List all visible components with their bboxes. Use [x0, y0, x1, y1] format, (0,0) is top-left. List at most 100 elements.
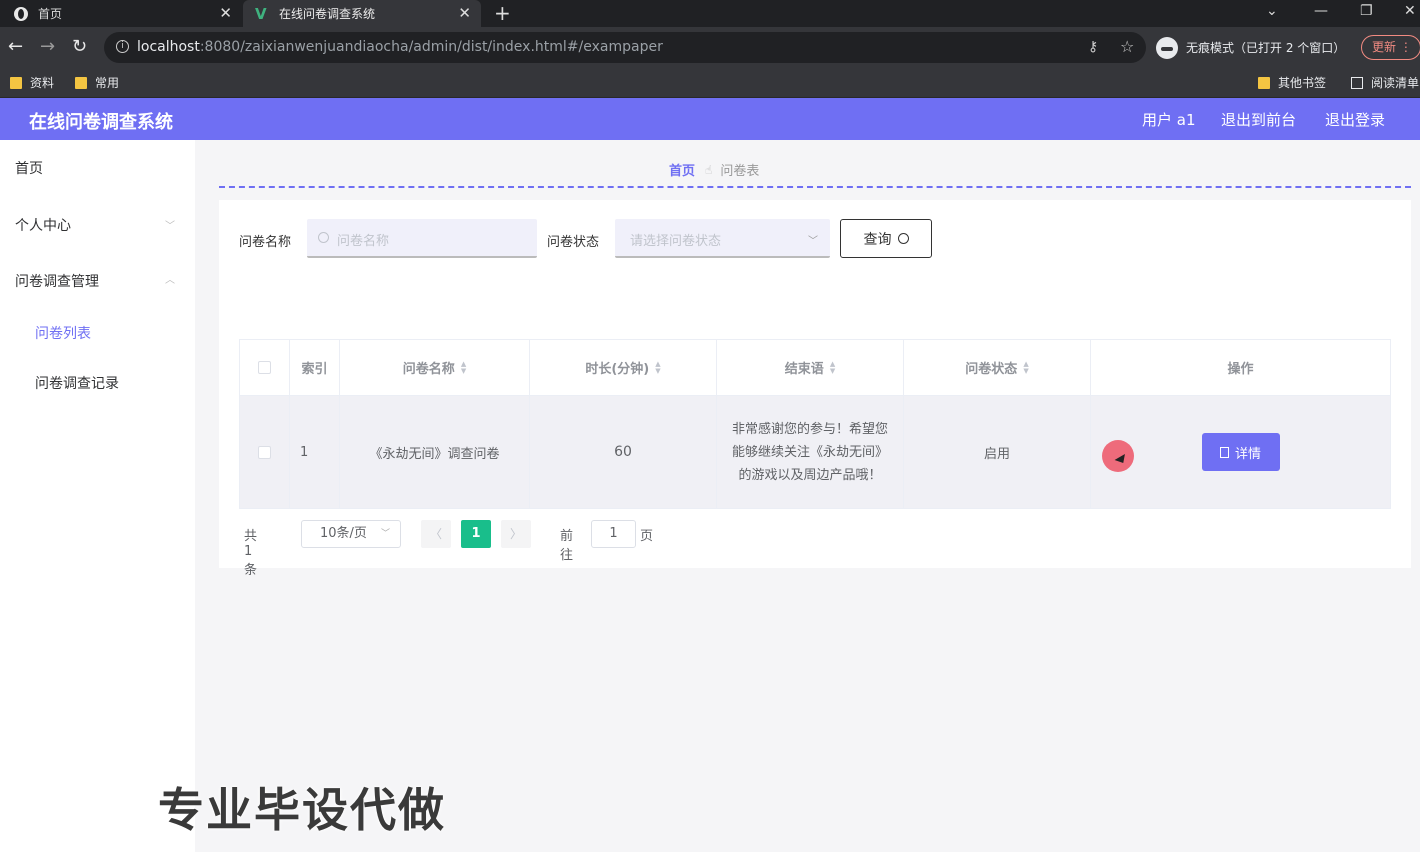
total-count: 共 1 条 — [244, 529, 258, 578]
key-icon[interactable]: ⚷ — [1088, 39, 1098, 55]
incognito-icon — [1156, 36, 1178, 59]
back-to-front-link[interactable]: 退出到前台 — [1221, 109, 1296, 130]
sidebar-item-survey-records[interactable]: 问卷调查记录 — [35, 373, 119, 393]
select-all-checkbox[interactable] — [258, 361, 271, 374]
reload-icon[interactable]: ↻ — [72, 37, 87, 57]
forward-icon[interactable]: → — [40, 37, 55, 57]
sidebar-item-survey-management[interactable]: 问卷调查管理 — [15, 271, 99, 291]
main-content: 首页 ☝ 问卷表 问卷名称 问卷名称 问卷状态 请选择问卷状态 ﹀ 查询 索引 — [195, 140, 1420, 852]
close-tab-icon[interactable]: ✕ — [458, 5, 471, 21]
goto-prefix: 前往 — [560, 529, 574, 563]
row-select-cell — [240, 396, 290, 508]
document-icon — [1219, 446, 1229, 458]
reading-list[interactable]: 阅读清单 — [1351, 74, 1419, 91]
chevron-down-icon: ﹀ — [165, 221, 175, 232]
browser-tab-active[interactable]: V 在线问卷调查系统 ✕ — [243, 0, 481, 27]
other-bookmarks[interactable]: 其他书签 — [1258, 74, 1326, 91]
sidebar: 首页 个人中心 ﹀ 问卷调查管理 ︿ 问卷列表 问卷调查记录 — [0, 140, 195, 852]
new-tab-icon[interactable]: + — [494, 2, 511, 24]
hand-icon: ☝ — [705, 162, 713, 177]
row-status: 启用 — [904, 396, 1091, 508]
sidebar-item-home[interactable]: 首页 — [15, 158, 43, 178]
name-placeholder: 问卷名称 — [337, 234, 390, 249]
row-ending: 非常感谢您的参与！希望您能够继续关注《永劫无间》的游戏以及周边产品哦！ — [731, 421, 888, 483]
name-label: 问卷名称 — [239, 235, 292, 250]
col-ending[interactable]: 结束语 ▲ ▼ — [717, 340, 904, 395]
row-checkbox[interactable] — [258, 445, 271, 459]
bookmark-folder[interactable]: 常用 — [75, 74, 119, 91]
status-placeholder: 请选择问卷状态 — [630, 234, 722, 249]
sort-icon[interactable]: ▲ ▼ — [655, 360, 660, 375]
browser-tab-bar: 首页 ✕ V 在线问卷调查系统 ✕ + ⌄ — ❐ ✕ — [0, 0, 1420, 27]
bookmark-star-icon[interactable]: ☆ — [1120, 37, 1134, 56]
query-button[interactable]: 查询 — [840, 219, 932, 258]
search-icon — [897, 233, 909, 244]
divider — [219, 186, 1411, 188]
bookmark-folder[interactable]: 资料 — [10, 74, 54, 91]
col-duration[interactable]: 时长(分钟) ▲ ▼ — [530, 340, 717, 395]
list-panel: 问卷名称 问卷名称 问卷状态 请选择问卷状态 ﹀ 查询 索引 问卷名称 ▲▼ — [219, 200, 1411, 568]
search-icon — [318, 232, 329, 243]
breadcrumb: 首页 ☝ 问卷表 — [669, 160, 760, 180]
sort-icon[interactable]: ▲ ▼ — [461, 360, 466, 375]
back-icon[interactable]: ← — [8, 37, 23, 57]
update-button[interactable]: 更新 ⋮ — [1361, 35, 1420, 60]
window-close-icon[interactable]: ✕ — [1404, 3, 1416, 19]
tab-title: 在线问卷调查系统 — [279, 7, 376, 21]
incognito-label: 无痕模式（已打开 2 个窗口） — [1186, 41, 1346, 55]
col-action: 操作 — [1227, 362, 1254, 377]
status-label: 问卷状态 — [547, 235, 600, 250]
row-index: 1 — [290, 396, 340, 508]
breadcrumb-home[interactable]: 首页 — [669, 160, 695, 179]
folder-icon — [75, 76, 87, 89]
logout-link[interactable]: 退出登录 — [1325, 109, 1385, 130]
page-size-label: 10条/页 — [320, 526, 367, 541]
sidebar-item-survey-list[interactable]: 问卷列表 — [35, 323, 91, 343]
col-name-label: 问卷名称 — [402, 362, 455, 377]
sort-icon[interactable]: ▲ ▼ — [830, 360, 835, 375]
chevron-down-icon: ﹀ — [808, 236, 818, 247]
goto-suffix: 页 — [640, 529, 654, 544]
globe-icon — [14, 6, 28, 21]
incognito-indicator[interactable]: 无痕模式（已打开 2 个窗口） — [1156, 32, 1345, 63]
row-action-cell: 详情 — [1091, 396, 1390, 508]
chevron-up-icon: ︿ — [165, 275, 175, 286]
bookmarks-bar: 资料 常用 其他书签 阅读清单 — [0, 68, 1420, 98]
close-tab-icon[interactable]: ✕ — [219, 5, 232, 21]
restore-icon[interactable]: ❐ — [1360, 3, 1373, 19]
goto-page-input[interactable]: 1 — [591, 520, 636, 548]
status-select[interactable]: 请选择问卷状态 ﹀ — [615, 219, 830, 258]
sort-icon[interactable]: ▲ ▼ — [1023, 360, 1028, 375]
browser-tab-home[interactable]: 首页 ✕ — [0, 0, 242, 27]
table-row: 1 《永劫无间》调查问卷 60 非常感谢您的参与！希望您能够继续关注《永劫无间》… — [240, 396, 1390, 508]
prev-page-button[interactable]: 〈 — [421, 520, 451, 548]
chevron-down-icon: ﹀ — [380, 529, 390, 539]
url-input[interactable]: i localhost:8080/zaixianwenjuandiaocha/a… — [104, 32, 1146, 63]
detail-button[interactable]: 详情 — [1201, 433, 1280, 471]
table-header-row: 索引 问卷名称 ▲ ▼ 时长(分钟) ▲ ▼ 结束语 ▲ ▼ 问卷状态 ▲ ▼ 操作 — [240, 340, 1390, 396]
user-label[interactable]: 用户 a1 — [1142, 109, 1196, 130]
reading-list-icon — [1351, 76, 1363, 89]
url-text: localhost:8080/zaixianwenjuandiaocha/adm… — [137, 39, 663, 55]
col-status[interactable]: 问卷状态 ▲ ▼ — [904, 340, 1091, 395]
col-name[interactable]: 问卷名称 ▲ ▼ — [340, 340, 530, 395]
page-number[interactable]: 1 — [461, 520, 491, 548]
minimize-icon[interactable]: — — [1314, 3, 1328, 19]
page-size-select[interactable]: 10条/页 ﹀ — [301, 520, 401, 548]
folder-icon — [1258, 76, 1270, 89]
tab-search-icon[interactable]: ⌄ — [1266, 3, 1278, 19]
select-all-cell — [240, 340, 290, 395]
next-page-button[interactable]: 〉 — [501, 520, 531, 548]
sidebar-item-personal-center[interactable]: 个人中心 — [15, 215, 71, 235]
site-info-icon[interactable]: i — [116, 40, 129, 53]
click-indicator — [1102, 440, 1134, 472]
name-search-input[interactable]: 问卷名称 — [307, 219, 537, 258]
row-ending-cell: 非常感谢您的参与！希望您能够继续关注《永劫无间》的游戏以及周边产品哦！ — [717, 396, 904, 508]
col-status-label: 问卷状态 — [965, 362, 1018, 377]
watermark-text: 专业毕设代做 — [158, 783, 446, 837]
address-bar-row: ← → ↻ i localhost:8080/zaixianwenjuandia… — [0, 27, 1420, 68]
breadcrumb-current: 问卷表 — [720, 164, 760, 179]
survey-table: 索引 问卷名称 ▲ ▼ 时长(分钟) ▲ ▼ 结束语 ▲ ▼ 问卷状态 ▲ ▼ 操作 — [239, 339, 1391, 509]
row-duration: 60 — [530, 396, 717, 508]
detail-label: 详情 — [1234, 446, 1261, 462]
